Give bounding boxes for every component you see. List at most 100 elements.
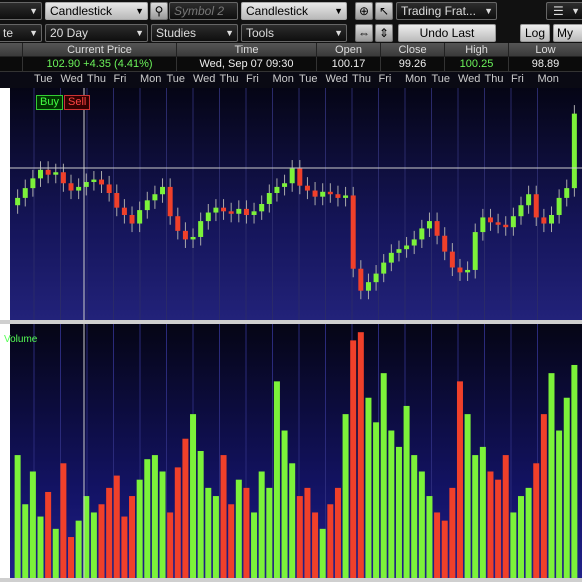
volume-bar (266, 487, 273, 578)
day-label: Wed (458, 73, 481, 85)
volume-bar (136, 479, 143, 578)
fit-width-icon[interactable]: ⇔ (355, 24, 373, 42)
search-icon[interactable]: ⚲ (150, 2, 168, 20)
symbol2-placeholder: Symbol 2 (174, 4, 225, 18)
volume-bar (258, 471, 265, 578)
volume-bar (113, 475, 120, 578)
day-label: Thu (484, 73, 504, 85)
chart-type-select-1[interactable]: Candlestick ▼ (45, 2, 148, 20)
candle-body (419, 228, 425, 240)
header-open: Open (316, 43, 380, 57)
candle-body (335, 194, 341, 198)
volume-bar (517, 496, 524, 578)
chevron-down-icon: ▼ (225, 28, 234, 38)
volume-bar (52, 528, 59, 578)
price-chart-svg (10, 88, 582, 320)
volume-bar (228, 504, 235, 578)
candle-body (213, 207, 219, 213)
volume-bar (296, 496, 303, 578)
undo-last-button[interactable]: Undo Last (398, 24, 496, 42)
day-label: Fri (511, 73, 524, 85)
candle-body (83, 182, 89, 187)
zoom-icon[interactable]: ⊕ (355, 2, 373, 20)
candle-body (282, 183, 288, 187)
volume-bar (571, 364, 578, 578)
volume-label: Volume (4, 334, 38, 345)
volume-chart[interactable] (10, 324, 582, 578)
candle-body (129, 214, 135, 224)
candle-body (289, 168, 295, 184)
symbol1-field[interactable]: ▼ (0, 2, 42, 20)
candle-body (114, 193, 120, 208)
chart-type-select-2[interactable]: Candlestick ▼ (241, 2, 347, 20)
volume-bar (434, 512, 441, 578)
header-high: High (444, 43, 508, 57)
price-chart[interactable]: Buy Sell (10, 88, 582, 320)
quote-header: Current Price Time Open Close High Low (0, 43, 582, 57)
cursor-tool-icon[interactable]: ↖ (375, 2, 393, 20)
candle-body (251, 211, 257, 215)
clipped-left-select[interactable]: te ▼ (0, 24, 42, 42)
symbol2-input[interactable]: Symbol 2 (169, 2, 238, 20)
volume-bar (312, 512, 319, 578)
low-value: 98.89 (508, 57, 582, 72)
candle-body (30, 178, 36, 189)
log-button[interactable]: Log (520, 24, 550, 42)
volume-bar (212, 496, 219, 578)
candle-body (434, 221, 440, 236)
volume-bar (220, 455, 227, 578)
period-select[interactable]: 20 Day ▼ (45, 24, 148, 42)
chevron-down-icon: ▼ (135, 28, 144, 38)
high-value: 100.25 (444, 57, 508, 72)
tools-select[interactable]: Tools ▼ (241, 24, 347, 42)
candle-body (526, 194, 532, 206)
volume-bar (388, 430, 395, 578)
volume-bar (464, 414, 471, 578)
candle-body (350, 195, 356, 269)
volume-bar (304, 487, 311, 578)
day-label: Mon (405, 73, 427, 85)
candle-body (472, 232, 478, 270)
candle-body (518, 205, 524, 217)
volume-bar (418, 471, 425, 578)
layout-select[interactable]: Trading Frat... ▼ (396, 2, 497, 20)
volume-bar (205, 487, 212, 578)
candle-body (167, 186, 173, 217)
header-time: Time (176, 43, 316, 57)
toolbar-row-1: ▼ Candlestick ▼ ⚲ Symbol 2 Candlestick ▼ ⊕… (0, 0, 582, 23)
day-label: Mon (537, 73, 559, 85)
candle-body (571, 113, 577, 189)
candle-body (510, 216, 516, 228)
candle-body (91, 179, 97, 183)
volume-bar (75, 520, 82, 578)
volume-bar (45, 491, 52, 578)
candle-body (442, 235, 448, 252)
bottom-scrollbar[interactable] (0, 578, 582, 582)
candle-body (297, 168, 303, 186)
candle-body (53, 172, 59, 175)
volume-bar (556, 430, 563, 578)
candle-body (457, 267, 463, 273)
sell-button[interactable]: Sell (64, 95, 91, 110)
day-axis: Tue Wed Thu Fri Mon Tue Wed Thu Fri Mon Tue Wed Thu F… (0, 72, 582, 88)
volume-bar (106, 487, 113, 578)
menu-button[interactable]: ☰ ▼ (546, 2, 582, 20)
candle-body (106, 184, 112, 194)
my-charts-button[interactable]: My C (553, 24, 582, 56)
day-label: Fri (113, 73, 127, 85)
candle-body (426, 221, 432, 229)
day-label: Thu (352, 73, 371, 85)
chevron-down-icon: ▼ (29, 6, 38, 16)
candle-body (304, 185, 310, 191)
layout-select-label: Trading Frat... (401, 4, 476, 18)
quote-values: 102.90 +4.35 (4.41%) Wed, Sep 07 09:30 1… (0, 57, 582, 72)
volume-bar (174, 467, 181, 578)
clipped-left-label: te (3, 26, 14, 40)
candle-body (320, 191, 326, 197)
volume-bar (540, 414, 547, 578)
candle-body (182, 230, 188, 240)
fit-height-icon[interactable]: ⇕ (375, 24, 393, 42)
buy-button[interactable]: Buy (36, 95, 63, 110)
studies-select[interactable]: Studies ▼ (151, 24, 238, 42)
volume-bar (350, 340, 357, 578)
